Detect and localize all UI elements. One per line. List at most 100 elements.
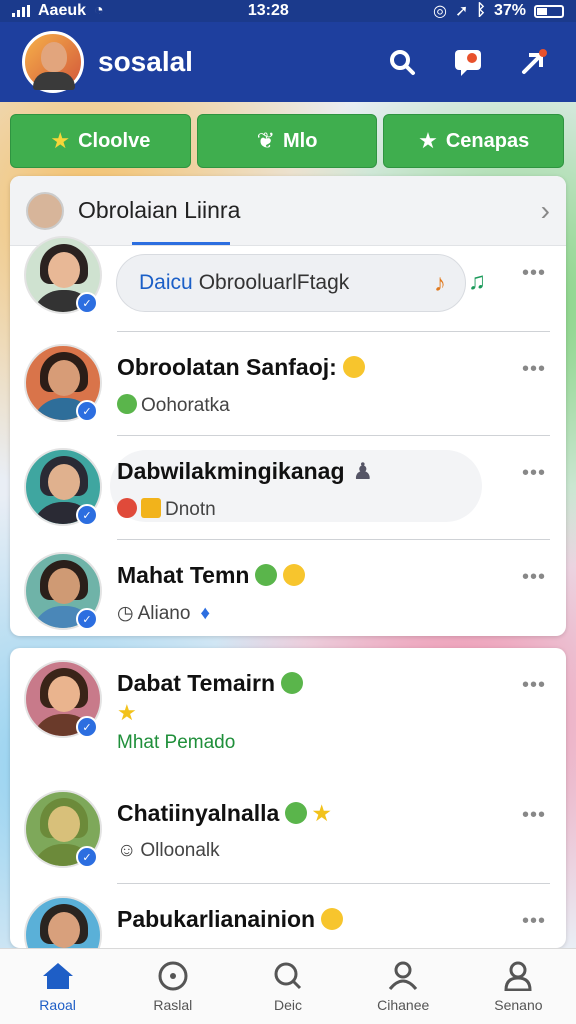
filter-tab-1[interactable]: ★ Cloolve — [10, 114, 191, 168]
star-icon: ★ — [311, 800, 332, 826]
app-header: sosalal — [0, 22, 576, 102]
more-options-icon[interactable]: ••• — [522, 358, 546, 381]
green-emoji-icon — [255, 564, 278, 586]
more-options-icon[interactable]: ••• — [522, 462, 546, 485]
carrier-label: Aaeuk — [38, 2, 87, 19]
verified-badge-icon: ✓ — [76, 716, 98, 738]
clock-icon: ◷ — [117, 603, 134, 624]
verified-badge-icon: ✓ — [76, 400, 98, 422]
search-icon[interactable] — [382, 42, 422, 82]
notification-icon[interactable] — [448, 42, 488, 82]
smile-outline-icon: ☺ — [117, 840, 137, 861]
list-item[interactable]: ✓ Daicu ObrooluarlFtagk ♪ ♫ ••• — [10, 236, 566, 332]
green-face-icon — [117, 394, 137, 414]
nav-label: Cihanee — [377, 996, 430, 1013]
chat-card-secondary: ✓ Dabat Temairn ★ Mhat Pemado ••• ✓ Chat… — [10, 648, 566, 948]
star-icon: ★ — [117, 700, 137, 725]
chat-name: Pabukarlianainion — [117, 906, 344, 933]
chat-name: Obroolatan Sanfaoj: — [117, 354, 365, 381]
chat-name: Chatiinyalnalla ★ — [117, 800, 332, 826]
more-options-icon[interactable]: ••• — [522, 804, 546, 827]
verified-badge-icon: ✓ — [76, 504, 98, 526]
chat-preview: ☺ Olloonalk — [117, 840, 220, 861]
nav-label: Senano — [494, 996, 543, 1013]
avatar-face — [41, 42, 67, 72]
figure-icon: ♟ — [352, 458, 374, 484]
message-bubble[interactable]: Daicu ObrooluarlFtagk — [116, 254, 466, 312]
avatar — [26, 191, 64, 230]
avatar-body — [33, 72, 75, 90]
bluetooth-icon: ᛒ — [476, 2, 486, 19]
profile-avatar[interactable] — [22, 31, 84, 93]
compass-icon — [156, 961, 190, 991]
nav-label: Raoal — [39, 996, 76, 1013]
nav-label: Raslal — [153, 996, 193, 1013]
green-emoji-icon — [281, 672, 304, 694]
music-note-icon: ♫ — [468, 268, 486, 295]
filter-label: Cloolve — [78, 129, 151, 152]
more-options-icon[interactable]: ••• — [522, 910, 546, 933]
spark-icon — [141, 498, 161, 518]
star-icon: ★ — [418, 128, 438, 153]
avatar — [24, 896, 102, 948]
search-icon — [271, 961, 305, 991]
chat-preview: Oohoratka — [117, 394, 230, 417]
wifi-icon: ◔ — [94, 2, 104, 19]
card-header[interactable]: Obrolaian Liinra › — [10, 176, 566, 246]
compose-icon[interactable] — [514, 42, 554, 82]
status-left: Aaeuk ◔ — [12, 2, 104, 20]
chat-preview: Dnotn — [117, 498, 216, 521]
chat-name: Dabat Temairn — [117, 670, 304, 697]
star-icon: ★ — [50, 128, 71, 153]
list-item[interactable]: ✓ Mahat Temn ◷ Aliano ♦ ••• — [10, 540, 566, 636]
filter-tabs: ★ Cloolve ❦ Mlo ★ Cenapas — [10, 114, 565, 168]
bubble-highlight: Daicu — [139, 271, 193, 294]
signal-icon — [12, 5, 30, 17]
alarm-icon: ◎ — [432, 3, 447, 20]
green-emoji-icon — [285, 802, 308, 824]
nav-channels[interactable]: Cihanee — [346, 949, 461, 1024]
smile-emoji-icon — [283, 564, 306, 586]
more-options-icon[interactable]: ••• — [522, 674, 546, 697]
list-item[interactable]: ✓ Dabat Temairn ★ Mhat Pemado ••• — [10, 648, 566, 778]
chat-card-primary: Obrolaian Liinra › ✓ Daicu ObrooluarlFta… — [10, 176, 566, 636]
battery-icon — [533, 4, 564, 18]
heart-icon — [117, 498, 137, 518]
gift-icon: ♦ — [200, 603, 211, 624]
list-item[interactable]: ✓ Chatiinyalnalla ★ ☺ Olloonalk ••• — [10, 778, 566, 884]
app-title: sosalal — [98, 46, 193, 77]
card-title: Obrolaian Liinra — [78, 197, 241, 223]
nav-explore[interactable]: Raslal — [115, 949, 230, 1024]
tab-indicator — [132, 242, 230, 245]
status-right: ◎ ➚ ᛒ 37% — [433, 1, 564, 21]
verified-badge-icon: ✓ — [76, 846, 98, 868]
location-icon: ➚ — [454, 3, 469, 20]
smile-emoji-icon — [321, 908, 344, 930]
list-item[interactable]: ✓ Obroolatan Sanfaoj: Oohoratka ••• — [10, 332, 566, 436]
list-item[interactable]: Pabukarlianainion ••• — [10, 884, 566, 948]
status-bar: Aaeuk ◔ 13:28 ◎ ➚ ᛒ 37% — [0, 0, 576, 22]
chat-preview: ◷ Aliano ♦ — [117, 603, 211, 624]
nav-profile[interactable]: Senano — [461, 949, 576, 1024]
list-item[interactable]: ✓ Dabwilakmingikanag ♟ Dnotn ••• — [10, 436, 566, 540]
nav-search[interactable]: Deic — [230, 949, 345, 1024]
filter-tab-2[interactable]: ❦ Mlo — [196, 114, 378, 168]
verified-badge-icon: ✓ — [76, 292, 98, 314]
filter-tab-3[interactable]: ★ Cenapas — [383, 114, 565, 168]
chevron-right-icon[interactable]: › — [541, 195, 550, 227]
people-icon — [386, 961, 420, 991]
filter-label: Cenapas — [445, 129, 530, 152]
nav-home[interactable]: Raoal — [0, 949, 115, 1024]
home-icon — [41, 961, 75, 991]
clock: 13:28 — [247, 2, 289, 19]
filter-label: Mlo — [283, 129, 318, 152]
more-options-icon[interactable]: ••• — [522, 262, 546, 285]
verified-badge-icon: ✓ — [76, 608, 98, 630]
more-options-icon[interactable]: ••• — [522, 566, 546, 589]
battery-percent: 37% — [493, 2, 526, 19]
bubble-text: ObrooluarlFtagk — [198, 271, 350, 294]
chat-preview: Mhat Pemado — [117, 732, 236, 753]
music-note-icon: ♪ — [434, 270, 446, 297]
nav-label: Deic — [274, 996, 303, 1013]
profile-icon — [501, 961, 535, 991]
